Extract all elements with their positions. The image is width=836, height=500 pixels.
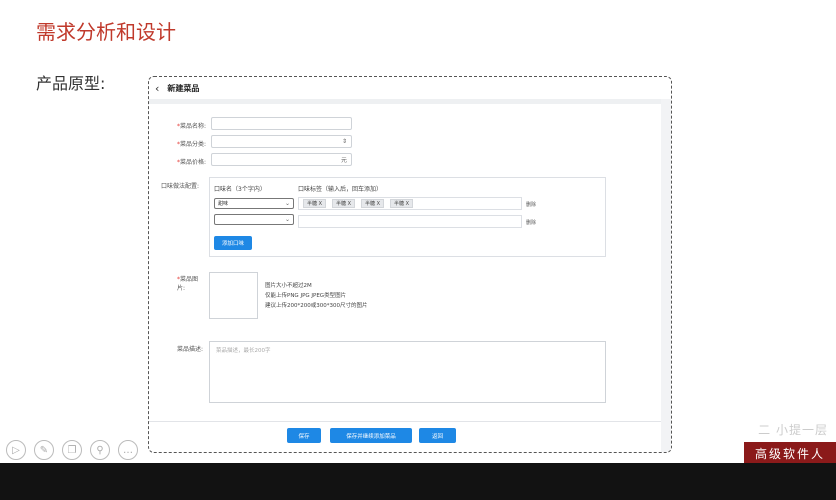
category-label: *菜品分类: (177, 141, 207, 148)
flavor-label: 口味做法配置: (161, 183, 200, 190)
image-label: *菜品图片: (177, 276, 199, 292)
slide-subtitle: 产品原型: (36, 74, 106, 93)
flavor-tags-input-2[interactable] (298, 215, 522, 228)
save-button[interactable]: 保存 (287, 428, 321, 443)
name-label: *菜品名称: (177, 123, 207, 130)
more-icon[interactable]: … (118, 440, 138, 460)
player-toolbar: ▷ ✎ ❐ ⚲ … (6, 440, 138, 460)
flavor-tags-header: 口味标签（输入后，回车添加） (298, 186, 383, 193)
edit-icon[interactable]: ✎ (34, 440, 54, 460)
copy-icon[interactable]: ❐ (62, 440, 82, 460)
delete-flavor-button-2[interactable]: 删除 (526, 219, 536, 226)
flavor-config-box: 口味名（3个字内） 口味标签（输入后，回车添加） 甜味 ⌄ 半糖 X 半糖 X … (209, 177, 606, 257)
back-button[interactable]: 返回 (419, 428, 456, 443)
sort-arrows-icon: ⇕ (341, 138, 347, 145)
price-unit: 元 (340, 157, 347, 164)
flavor-select-1[interactable]: 甜味 ⌄ (214, 198, 294, 209)
slide-title: 需求分析和设计 (36, 20, 176, 44)
price-label: *菜品价格: (177, 159, 207, 166)
footer-divider (149, 421, 661, 422)
description-textarea[interactable]: 菜品描述，最长200字 (209, 341, 606, 403)
flavor-tag[interactable]: 半糖 X (361, 199, 385, 208)
flavor-tag[interactable]: 半糖 X (332, 199, 356, 208)
delete-flavor-button-1[interactable]: 删除 (526, 201, 536, 208)
image-upload-box[interactable] (209, 272, 258, 319)
flavor-name-header: 口味名（3个字内） (214, 186, 266, 193)
flavor-tags-input-1[interactable]: 半糖 X 半糖 X 半糖 X 半糖 X (298, 197, 522, 210)
name-input[interactable] (211, 117, 352, 130)
brand-badge: 高级软件人 (744, 442, 836, 464)
video-bottom-bar (0, 463, 836, 500)
chevron-down-icon: ⌄ (284, 200, 290, 207)
flavor-tag[interactable]: 半糖 X (390, 199, 414, 208)
flavor-tag[interactable]: 半糖 X (303, 199, 327, 208)
prototype-header: ‹ 新建菜品 (149, 77, 671, 99)
save-continue-button[interactable]: 保存并继续添加菜品 (330, 428, 412, 443)
prototype-window: ‹ 新建菜品 *菜品名称: *菜品分类: ⇕ *菜品价格: 元 口味做法配置: … (148, 76, 672, 453)
watermark-text: 二 小提一层 (758, 423, 828, 437)
image-note: 图片大小不超过2M (265, 283, 312, 289)
add-flavor-button[interactable]: 添加口味 (214, 236, 252, 250)
description-label: 菜品描述: (177, 346, 204, 353)
chevron-left-icon[interactable]: ‹ (155, 82, 159, 95)
flavor-select-2[interactable]: ⌄ (214, 214, 294, 225)
scrollbar-track[interactable] (661, 99, 671, 452)
zoom-icon[interactable]: ⚲ (90, 440, 110, 460)
price-input[interactable]: 元 (211, 153, 352, 166)
play-icon[interactable]: ▷ (6, 440, 26, 460)
page-title: 新建菜品 (167, 83, 200, 93)
header-divider (149, 99, 671, 104)
category-select[interactable]: ⇕ (211, 135, 352, 148)
image-note: 建议上传200*200或300*300尺寸的图片 (265, 303, 368, 309)
chevron-down-icon: ⌄ (284, 216, 290, 223)
image-note: 仅能上传PNG JPG JPEG类型图片 (265, 293, 347, 299)
